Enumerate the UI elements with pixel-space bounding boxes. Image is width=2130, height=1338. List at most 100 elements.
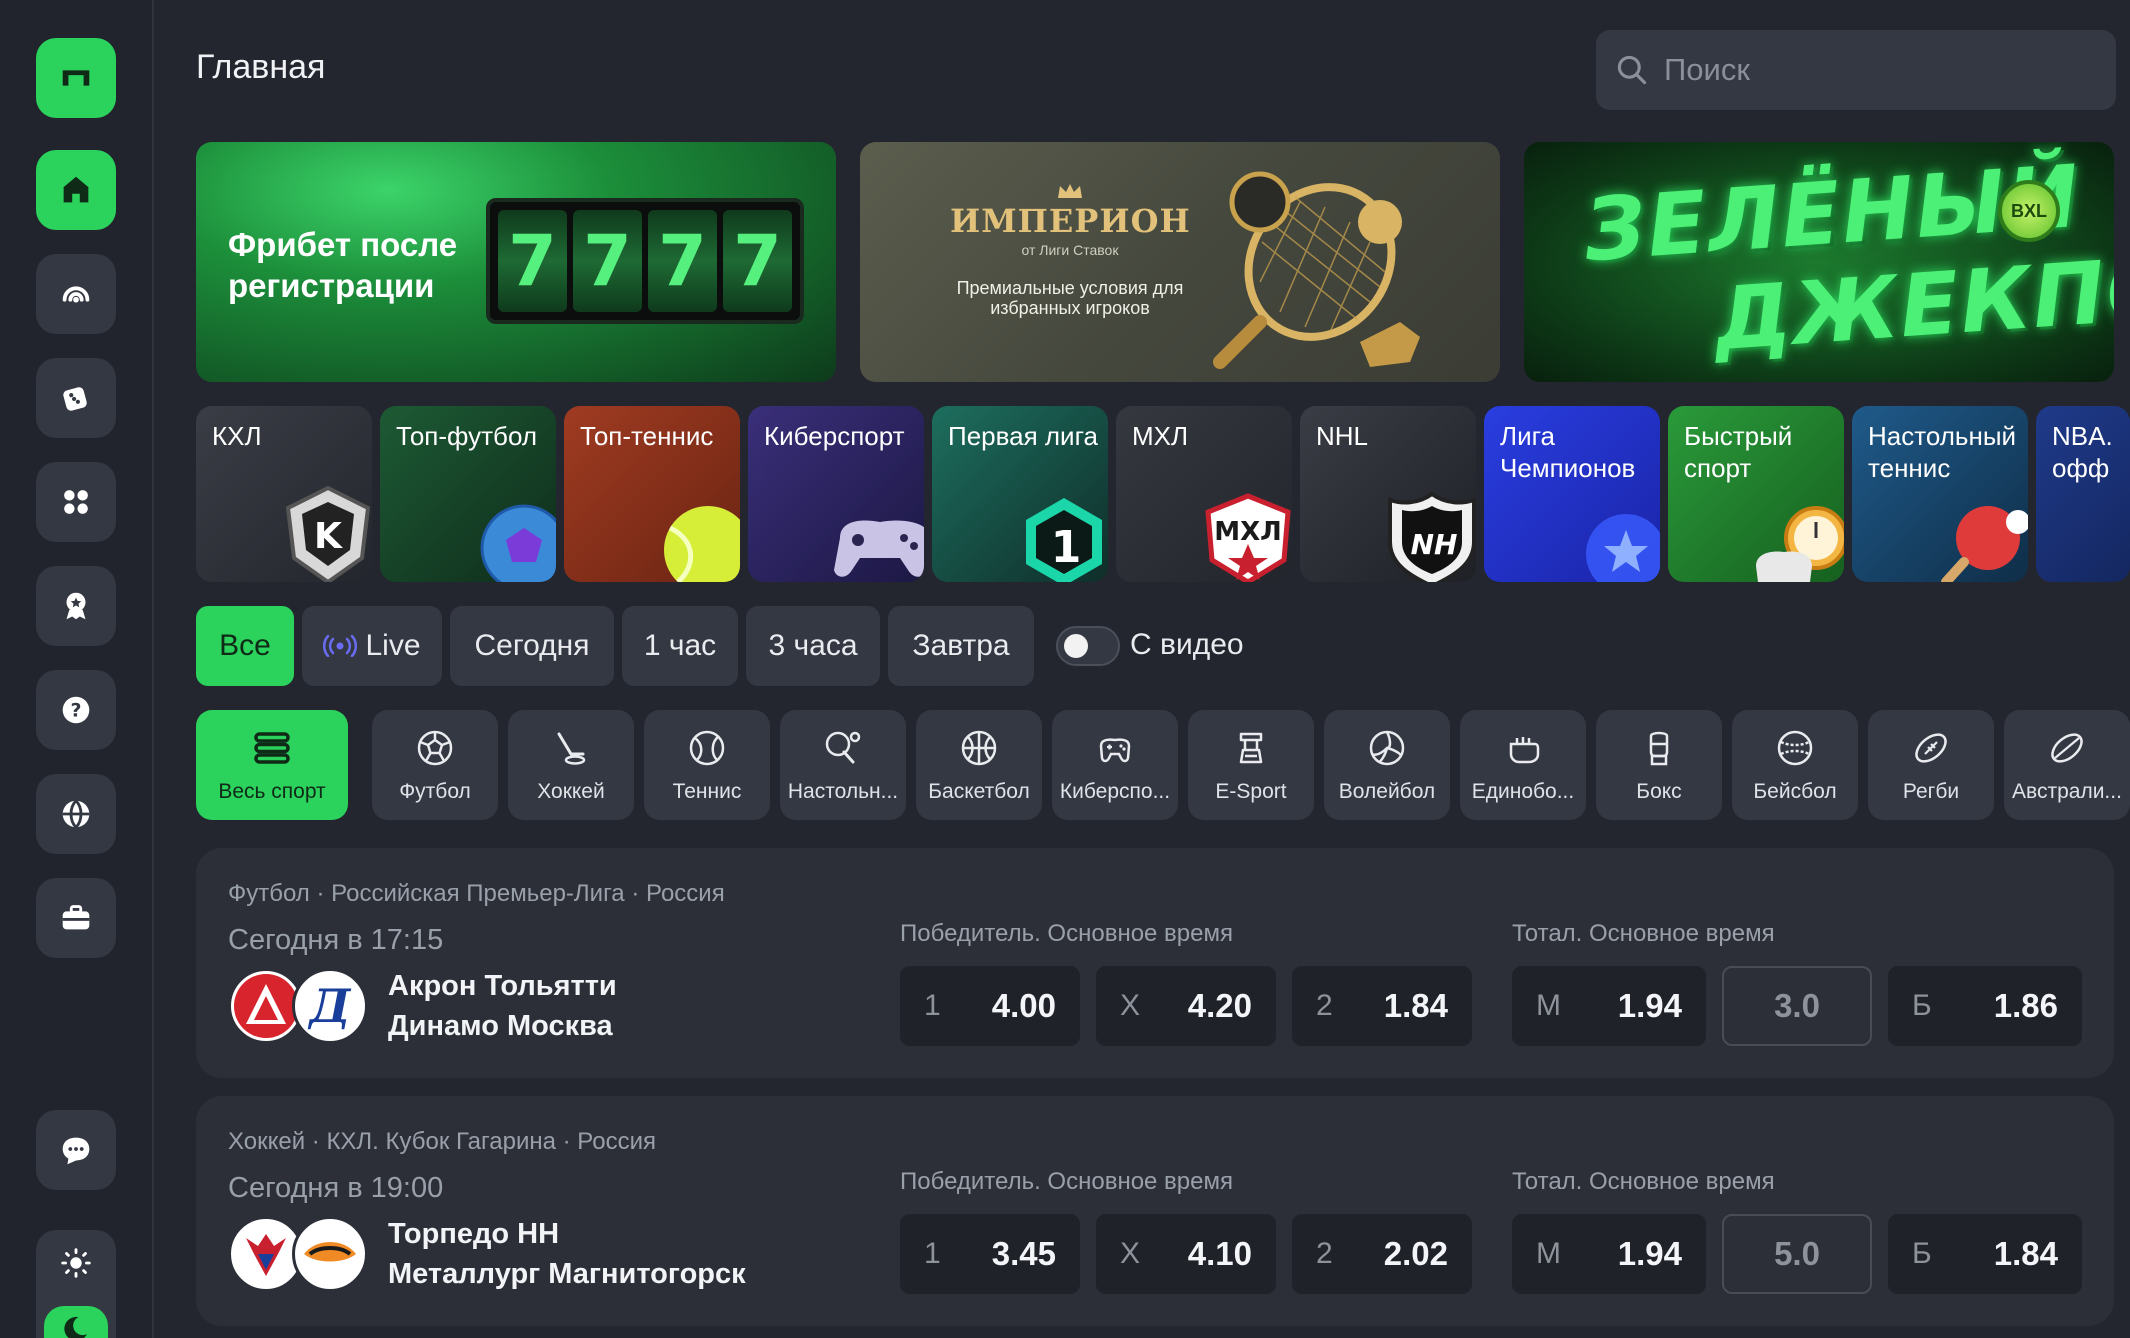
green-jackpot-banner[interactable]: ЗЕЛЁНЫЙ ДЖЕКПОТ BXL <box>1524 142 2114 382</box>
odd-button-draw[interactable]: X 4.10 <box>1096 1214 1276 1294</box>
odd-value: 1.94 <box>1617 987 1682 1024</box>
odd-button-over[interactable]: Б 1.86 <box>1888 966 2082 1046</box>
search-input[interactable] <box>1664 52 2094 88</box>
odd-button-away[interactable]: 2 2.02 <box>1292 1214 1472 1294</box>
team2-name: Металлург Магнитогорск <box>388 1258 746 1290</box>
category-champions-league[interactable]: Лига Чемпионов <box>1484 406 1660 582</box>
category-top-football[interactable]: Топ-футбол <box>380 406 556 582</box>
category-mhl[interactable]: МХЛ МХЛ <box>1116 406 1292 582</box>
torpedo-logo-icon <box>234 1222 298 1286</box>
team1-name: Торпедо НН <box>388 1218 560 1250</box>
award-icon <box>66 592 86 620</box>
odd-button-under[interactable]: М 1.94 <box>1512 1214 1706 1294</box>
chat-nav-button[interactable] <box>36 1110 116 1190</box>
briefcase-icon <box>62 905 90 930</box>
dynamo-logo-icon: Д <box>298 974 362 1038</box>
category-nba-playoffs[interactable]: NBA. офф <box>2036 406 2130 582</box>
category-label: МХЛ <box>1132 421 1189 451</box>
odd-button-under[interactable]: М 1.94 <box>1512 966 1706 1046</box>
brand-logo-icon <box>62 70 90 86</box>
imperion-banner[interactable]: ИМПЕРИОН от Лиги Ставок Премиальные усло… <box>860 142 1500 382</box>
category-esports[interactable]: Киберспорт <box>748 406 924 582</box>
theme-switcher[interactable] <box>36 1230 116 1338</box>
freebet-banner-text: Фрибет после регистрации <box>228 226 458 304</box>
filter-live[interactable]: Live <box>302 606 442 686</box>
sidebar: ? <box>0 0 154 1338</box>
search-bar[interactable] <box>1596 30 2116 110</box>
odd-key: М <box>1536 989 1561 1022</box>
bonus-nav-button[interactable] <box>36 566 116 646</box>
category-fast-sport[interactable]: Быстрый спорт <box>1668 406 1844 582</box>
sport-cybersport[interactable]: Киберспо... <box>1052 710 1178 820</box>
odd-button-away[interactable]: 2 1.84 <box>1292 966 1472 1046</box>
boxing-glove-icon <box>1649 731 1669 766</box>
odd-value: 1.84 <box>1383 987 1448 1024</box>
sport-volleyball[interactable]: Волейбол <box>1324 710 1450 820</box>
live-nav-button[interactable] <box>36 254 116 334</box>
category-nhl[interactable]: NHL NH <box>1300 406 1476 582</box>
total-line-selector[interactable]: 3.0 <box>1722 966 1872 1046</box>
category-label: Настольный теннис <box>1868 421 2017 483</box>
sport-baseball[interactable]: Бейсбол <box>1732 710 1858 820</box>
logo-button[interactable] <box>36 38 116 118</box>
sport-rugby[interactable]: Регби <box>1868 710 1994 820</box>
sport-table-tennis[interactable]: Настольн... <box>780 710 906 820</box>
sport-label: Баскетбол <box>928 780 1030 803</box>
total-line-selector[interactable]: 5.0 <box>1722 1214 1872 1294</box>
games-nav-button[interactable] <box>36 462 116 542</box>
sport-martial-arts[interactable]: Единобо... <box>1460 710 1586 820</box>
filter-3-hours[interactable]: 3 часа <box>746 606 880 686</box>
sport-tennis[interactable]: Теннис <box>644 710 770 820</box>
odd-button-home[interactable]: 1 3.45 <box>900 1214 1080 1294</box>
sport-all[interactable]: Весь спорт <box>196 710 348 820</box>
football-icon <box>417 730 453 766</box>
category-table-tennis[interactable]: Настольный теннис <box>1852 406 2028 582</box>
search-icon <box>1617 55 1647 85</box>
casino-nav-button[interactable] <box>36 358 116 438</box>
odd-button-over[interactable]: Б 1.84 <box>1888 1214 2082 1294</box>
sport-boxing[interactable]: Бокс <box>1596 710 1722 820</box>
sport-football[interactable]: Футбол <box>372 710 498 820</box>
aussie-ball-icon <box>2051 733 2083 763</box>
hockey-icon <box>557 732 586 765</box>
sport-hockey[interactable]: Хоккей <box>508 710 634 820</box>
category-label: КХЛ <box>212 421 262 451</box>
category-khl[interactable]: КХЛ K <box>196 406 372 582</box>
svg-text:?: ? <box>70 700 81 722</box>
page-title: Главная <box>196 48 326 86</box>
freebet-banner[interactable]: Фрибет после регистрации 7 7 7 7 <box>196 142 836 382</box>
filter-tomorrow[interactable]: Завтра <box>888 606 1034 686</box>
filter-1-hour[interactable]: 1 час <box>622 606 738 686</box>
odd-value: 4.10 <box>1187 1235 1252 1272</box>
sport-label: E-Sport <box>1215 780 1287 803</box>
odd-button-draw[interactable]: X 4.20 <box>1096 966 1276 1046</box>
match-card[interactable]: Футбол · Российская Премьер-Лига · Росси… <box>196 848 2114 1078</box>
odd-button-home[interactable]: 1 4.00 <box>900 966 1080 1046</box>
svg-text:NH: NH <box>1411 528 1458 561</box>
imperion-logo: ИМПЕРИОН <box>950 202 1191 240</box>
fist-icon <box>1509 737 1540 764</box>
sport-label: Бейсбол <box>1753 780 1837 803</box>
home-nav-button[interactable] <box>36 150 116 230</box>
filter-today[interactable]: Сегодня <box>450 606 614 686</box>
language-nav-button[interactable] <box>36 774 116 854</box>
category-top-tennis[interactable]: Топ-теннис <box>564 406 740 582</box>
dark-mode-toggle[interactable] <box>44 1306 108 1338</box>
promo-nav-button[interactable] <box>36 878 116 958</box>
akron-logo-icon <box>234 974 298 1038</box>
svg-text:K: K <box>314 516 343 557</box>
sport-e-sport[interactable]: E-Sport <box>1188 710 1314 820</box>
match-card[interactable]: Хоккей · КХЛ. Кубок Гагарина · Россия Се… <box>196 1096 2114 1326</box>
table-tennis-icon <box>825 731 861 764</box>
sport-basketball[interactable]: Баскетбол <box>916 710 1042 820</box>
category-first-league[interactable]: Первая лига 1 <box>932 406 1108 582</box>
odd-value: 1.94 <box>1617 1235 1682 1272</box>
sport-aussie-rules[interactable]: Австрали... <box>2004 710 2130 820</box>
volleyball-icon <box>1369 730 1405 766</box>
match-time: Сегодня в 17:15 <box>228 924 444 956</box>
svg-text:МХЛ: МХЛ <box>1214 517 1282 547</box>
video-toggle[interactable] <box>1056 626 1120 666</box>
help-nav-button[interactable]: ? <box>36 670 116 750</box>
video-toggle-label: С видео <box>1130 628 1244 661</box>
filter-all[interactable]: Все <box>196 606 294 686</box>
